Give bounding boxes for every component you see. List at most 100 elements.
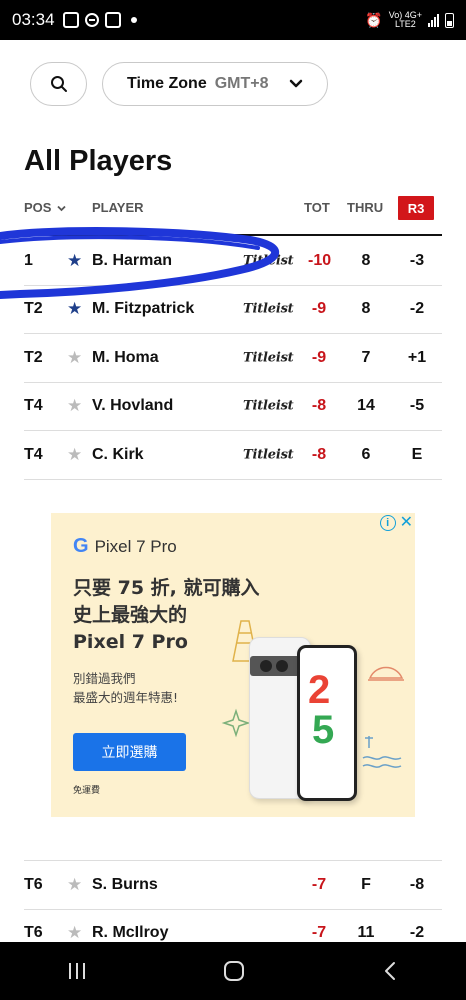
table-row[interactable]: 1 ★ B. Harman Titleist -10 8 -3 — [24, 237, 442, 286]
thru-cell: 6 — [361, 445, 371, 463]
thru-cell: 8 — [361, 251, 371, 269]
favorite-star-icon[interactable]: ★ — [67, 299, 82, 319]
thru-cell: 7 — [361, 348, 371, 366]
player-name[interactable]: M. Homa — [92, 349, 159, 367]
ad-brand: G Pixel 7 Pro — [73, 535, 177, 558]
position-cell: T6 — [24, 875, 43, 893]
timezone-value: GMT+8 — [214, 75, 269, 92]
position-cell: T4 — [24, 445, 43, 463]
network-indicator: Vo) 4G+ LTE2 — [389, 11, 422, 29]
page-title: All Players — [24, 145, 173, 177]
thru-cell: 11 — [357, 924, 375, 942]
round-score: E — [411, 445, 423, 463]
alarm-icon: ⏰ — [365, 11, 383, 28]
round-score: +1 — [407, 348, 427, 366]
total-score: -7 — [311, 875, 327, 893]
ad-close-icon[interactable]: ✕ — [400, 515, 413, 531]
ad-fine-print: 免運費 — [73, 786, 101, 796]
status-indicators: ⏰ Vo) 4G+ LTE2 — [365, 11, 454, 29]
table-row[interactable]: T6 ★ S. Burns -7 F -8 — [24, 861, 442, 910]
sponsor-logo: Titleist — [243, 398, 294, 414]
total-score: -10 — [308, 251, 332, 269]
player-list: 1 ★ B. Harman Titleist -10 8 -3 T2 ★ M. … — [24, 237, 442, 480]
position-cell: T2 — [24, 300, 43, 318]
leaderboard-controls: Time Zone GMT+8 — [30, 62, 328, 106]
player-name[interactable]: V. Hovland — [92, 397, 173, 415]
app-notification-icon — [62, 12, 79, 28]
pos-sort-header[interactable]: POS — [24, 200, 66, 215]
player-name[interactable]: M. Fitzpatrick — [92, 300, 194, 318]
ad-subtext: 別錯過我們 最盛大的週年特惠! — [73, 669, 178, 707]
search-icon — [50, 76, 67, 92]
chevron-down-icon — [57, 205, 66, 212]
table-row[interactable]: T2 ★ M. Fitzpatrick Titleist -9 8 -2 — [24, 286, 442, 334]
favorite-star-icon[interactable]: ★ — [67, 445, 82, 465]
player-name[interactable]: R. McIlroy — [92, 924, 168, 942]
total-score: -7 — [311, 924, 327, 942]
sponsor-logo: Titleist — [243, 301, 294, 317]
player-name[interactable]: S. Burns — [92, 876, 158, 894]
player-header: PLAYER — [92, 200, 144, 215]
thru-header: THRU — [347, 200, 384, 215]
ad-cta-button[interactable]: 立即選購 — [73, 733, 186, 771]
sparkle-doodle-icon — [221, 708, 251, 738]
thru-cell: 8 — [361, 300, 371, 318]
chevron-down-icon — [289, 79, 303, 88]
favorite-star-icon[interactable]: ★ — [67, 875, 82, 895]
network-sim: LTE2 — [394, 19, 416, 29]
water-doodle-icon — [362, 736, 402, 768]
round-tab[interactable]: R3 — [398, 196, 434, 220]
ad-info-icon[interactable]: i — [379, 515, 396, 531]
sponsor-logo: Titleist — [243, 350, 294, 366]
favorite-star-icon[interactable]: ★ — [67, 348, 82, 368]
player-name[interactable]: C. Kirk — [92, 446, 144, 464]
table-row[interactable]: T2 ★ M. Homa Titleist -9 7 +1 — [24, 334, 442, 383]
screen-notification-icon — [104, 12, 121, 28]
total-score: -9 — [311, 348, 327, 366]
search-button[interactable] — [30, 62, 87, 106]
phone-screen: 2 5 — [300, 648, 354, 798]
ad-product-name: Pixel 7 Pro — [94, 536, 177, 556]
total-score: -8 — [311, 397, 327, 415]
round-score: -8 — [409, 875, 425, 893]
round-score: -2 — [409, 300, 425, 318]
total-score: -8 — [311, 445, 327, 463]
tot-header: TOT — [304, 200, 330, 215]
table-row[interactable]: T4 ★ C. Kirk Titleist -8 6 E — [24, 431, 442, 480]
anniversary-number-graphic: 2 — [308, 668, 331, 712]
position-cell: T2 — [24, 348, 43, 366]
total-score: -9 — [311, 300, 327, 318]
favorite-star-icon[interactable]: ★ — [67, 923, 82, 943]
battery-icon — [445, 12, 454, 28]
sponsor-logo: Titleist — [243, 447, 294, 463]
favorite-star-icon[interactable]: ★ — [67, 251, 82, 271]
timezone-dropdown[interactable]: Time Zone GMT+8 — [102, 62, 328, 106]
clock: 03:34 — [12, 10, 55, 29]
do-not-disturb-icon — [84, 13, 99, 27]
home-icon[interactable] — [223, 961, 244, 981]
timezone-label: Time Zone — [127, 75, 207, 92]
pos-header-label: POS — [24, 200, 52, 215]
favorite-star-icon[interactable]: ★ — [67, 396, 82, 416]
table-header: POS PLAYER TOT THRU R3 — [24, 196, 442, 236]
position-cell: T6 — [24, 924, 43, 942]
round-score: -3 — [409, 251, 425, 269]
position-cell: 1 — [24, 251, 33, 269]
back-icon[interactable] — [383, 961, 397, 981]
recent-apps-icon[interactable] — [69, 963, 86, 979]
round-score: -5 — [409, 397, 425, 415]
position-cell: T4 — [24, 397, 43, 415]
table-row[interactable]: T4 ★ V. Hovland Titleist -8 14 -5 — [24, 383, 442, 431]
anniversary-number-graphic: 5 — [312, 708, 335, 752]
sponsor-logo: Titleist — [243, 253, 294, 269]
ad-banner[interactable]: i ✕ G Pixel 7 Pro 只要 75 折, 就可購入 史上最強大的 P… — [51, 513, 415, 817]
more-notifications-dot-icon — [130, 17, 137, 23]
system-nav-bar — [0, 942, 466, 1000]
signal-icon — [428, 13, 439, 27]
player-name[interactable]: B. Harman — [92, 252, 172, 270]
ad-subtext-line: 最盛大的週年特惠! — [73, 690, 179, 705]
round-score: -2 — [409, 924, 425, 942]
status-bar: 03:34 ⏰ Vo) 4G+ LTE2 — [0, 0, 466, 40]
thru-cell: 14 — [357, 397, 375, 415]
hat-doodle-icon — [368, 666, 404, 681]
